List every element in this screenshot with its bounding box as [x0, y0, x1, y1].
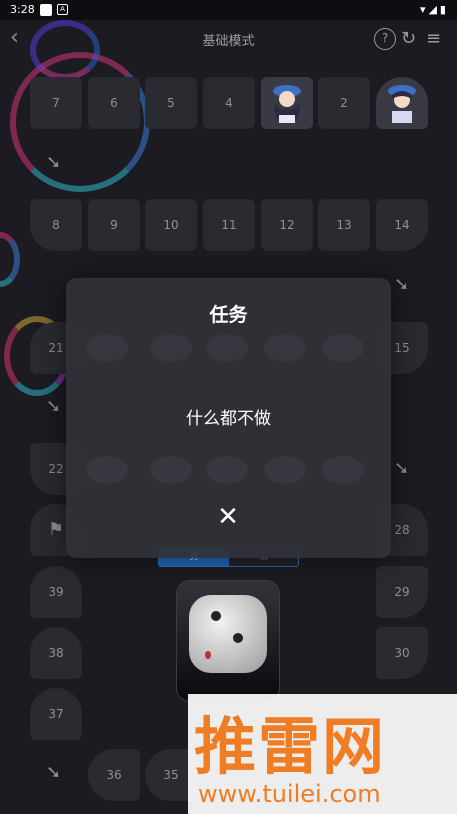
ghost-tile: [86, 334, 128, 362]
board-tile: 36: [88, 749, 140, 801]
ghost-tile: [150, 334, 192, 362]
board-tile: 30: [376, 627, 428, 679]
board-tile: 7: [30, 77, 82, 129]
board-tile: 2: [318, 77, 370, 129]
status-time: 3:28: [10, 3, 35, 16]
board-tile: 14: [376, 199, 428, 251]
dice-button[interactable]: [176, 580, 280, 702]
board-tile: 12: [261, 199, 313, 251]
board-tile: 13: [318, 199, 370, 251]
watermark: 推雷网 www.tuilei.com: [188, 694, 457, 814]
dice-icon: [189, 595, 267, 673]
ghost-tile: [206, 456, 248, 484]
wifi-battery-icon: ▾◢▮: [419, 3, 449, 16]
direction-arrow-icon: ➘: [394, 458, 410, 479]
board-tile: 4: [203, 77, 255, 129]
menu-icon[interactable]: ≡: [426, 28, 448, 50]
board-tile: 38: [30, 627, 82, 679]
player-avatar-male[interactable]: [376, 77, 428, 129]
ghost-tile: [86, 456, 128, 484]
direction-arrow-icon: ➘: [394, 274, 410, 295]
board-tile: 11: [203, 199, 255, 251]
watermark-brand: 推雷网: [194, 710, 387, 783]
dialog-task-text: 什么都不做: [186, 409, 271, 429]
avatar-icon: [273, 85, 301, 123]
ghost-tile: [206, 334, 248, 362]
ghost-tile: [322, 456, 364, 484]
status-bar: 3:28 A ▾◢▮: [0, 0, 457, 20]
direction-arrow-icon: ➘: [46, 152, 62, 173]
direction-arrow-icon: ➘: [46, 762, 62, 783]
notification-icon: [40, 4, 52, 16]
board-tile: 6: [88, 77, 140, 129]
board-tile: 5: [145, 77, 197, 129]
watermark-url: www.tuilei.com: [198, 780, 381, 808]
board-tile: 9: [88, 199, 140, 251]
refresh-icon[interactable]: ↻: [401, 28, 423, 50]
ghost-tile: [150, 456, 192, 484]
player-avatar-female[interactable]: [261, 77, 313, 129]
avatar-icon: [388, 85, 416, 123]
board-tile: 8: [30, 199, 82, 251]
close-icon[interactable]: ✕: [216, 504, 240, 530]
flag-icon: ⚑: [47, 519, 65, 540]
bubble-decoration: [0, 232, 20, 287]
board-tile: 39: [30, 566, 82, 618]
ghost-tile: [264, 456, 306, 484]
a-notification-icon: A: [57, 4, 68, 15]
help-icon[interactable]: ?: [374, 28, 396, 50]
board-tile: 37: [30, 688, 82, 740]
bubble-decoration: [30, 20, 100, 80]
board-tile: 29: [376, 566, 428, 618]
direction-arrow-icon: ➘: [46, 396, 62, 417]
ghost-tile: [264, 334, 306, 362]
dialog-title: 任务: [209, 304, 248, 326]
task-dialog: 任务 什么都不做 ✕: [66, 278, 391, 558]
ghost-tile: [322, 334, 364, 362]
board-tile: 10: [145, 199, 197, 251]
